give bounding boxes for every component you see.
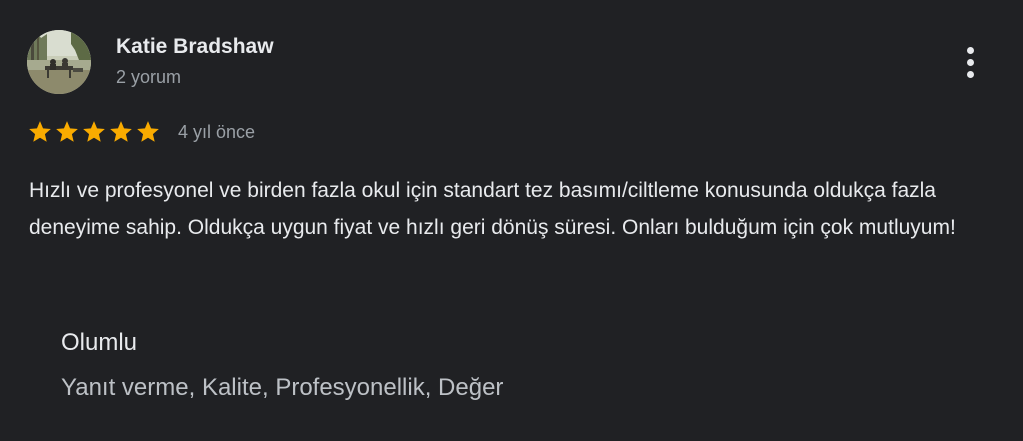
- avatar-photo: [27, 30, 91, 94]
- positive-attributes-list: Yanıt verme, Kalite, Profesyonellik, Değ…: [61, 374, 504, 401]
- author-avatar[interactable]: [27, 30, 91, 94]
- more-vert-icon-dot: [966, 70, 974, 78]
- star-icon: [83, 121, 105, 142]
- review-date: 4 yıl önce: [178, 122, 256, 142]
- review-text: Hızlı ve profesyonel ve birden fazla oku…: [29, 179, 956, 239]
- star-icon: [29, 121, 51, 142]
- positive-attributes-heading: Olumlu: [61, 329, 138, 356]
- star-icon: [110, 121, 132, 142]
- star-icon: [56, 121, 78, 142]
- star-rating: [27, 119, 161, 145]
- author-name[interactable]: Katie Bradshaw: [116, 34, 274, 60]
- rating-row: 4 yıl önce: [27, 119, 255, 145]
- author-review-count: 2 yorum: [116, 67, 182, 87]
- star-icon: [137, 121, 159, 142]
- review-card: Katie Bradshaw 2 yorum 4 yıl önce Hızlı …: [0, 0, 1023, 441]
- more-vert-icon-dot: [966, 46, 974, 54]
- more-options-button[interactable]: [958, 42, 982, 82]
- more-vert-icon-dot: [966, 58, 974, 66]
